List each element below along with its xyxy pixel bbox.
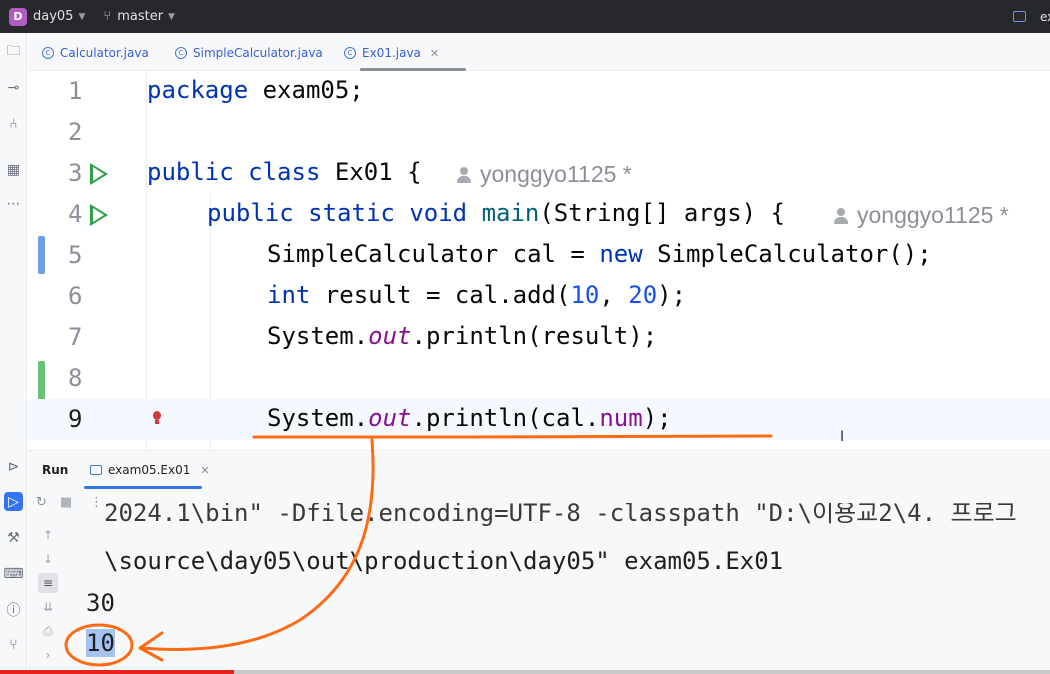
line-number: 6 xyxy=(68,282,83,310)
pull-request-icon[interactable]: ⑃ xyxy=(4,114,23,133)
run-gutter-icon[interactable] xyxy=(90,163,108,185)
terminal-icon[interactable]: ⌨ xyxy=(3,564,23,583)
console-output[interactable]: 2024.1\bin" -Dfile.encoding=UTF-8 -class… xyxy=(84,503,1050,674)
console-line: \source\day05\out\production\day05" exam… xyxy=(104,547,784,575)
close-icon[interactable]: ✕ xyxy=(430,47,439,60)
code-line: 8 xyxy=(28,358,1050,399)
video-progress-track xyxy=(234,670,1050,674)
git-icon[interactable]: ⑂ xyxy=(4,635,23,654)
code-text: SimpleCalculator cal = new SimpleCalcula… xyxy=(267,240,932,268)
soft-wrap-icon[interactable]: ≡ xyxy=(38,573,58,593)
author-hint[interactable]: yonggyo1125 * xyxy=(833,202,1009,229)
title-bar: D day05 ▼ ⑂ master ▼ ex xyxy=(0,0,1050,33)
text-cursor-icon: I xyxy=(840,429,845,445)
code-text: public class Ex01 { xyxy=(147,158,422,186)
code-line-current: 9 System.out.println(cal.num); xyxy=(28,399,1050,440)
class-icon: C xyxy=(175,47,187,59)
print-icon[interactable]: ⎙ xyxy=(38,621,58,641)
project-badge[interactable]: D xyxy=(9,7,27,26)
project-name[interactable]: day05 xyxy=(33,9,73,24)
chevron-right-icon[interactable]: › xyxy=(38,645,58,665)
editor-tabs: C Calculator.java C SimpleCalculator.jav… xyxy=(28,33,1050,71)
run-panel: Run exam05.Ex01 ✕ ↻ ■ ⋮ ↑ ↓ ≡ ⇊ ⎙ › 2024… xyxy=(28,450,1050,674)
line-number: 1 xyxy=(68,77,83,105)
terminal-icon xyxy=(90,465,102,475)
rerun-icon[interactable]: ↻ xyxy=(36,495,47,510)
tab-simple-calculator[interactable]: C SimpleCalculator.java xyxy=(175,43,323,63)
code-text: int result = cal.add(10, 20); xyxy=(267,281,687,309)
chevron-down-icon[interactable]: ▼ xyxy=(78,12,85,22)
chevron-down-icon[interactable]: ▼ xyxy=(168,12,175,22)
line-number: 5 xyxy=(68,241,83,269)
code-editor[interactable]: 1 package exam05; 2 3 public class Ex01 … xyxy=(28,71,1050,450)
user-icon xyxy=(456,166,472,183)
code-line: 7 System.out.println(result); xyxy=(28,317,1050,358)
tab-ex01[interactable]: C Ex01.java ✕ xyxy=(344,43,439,63)
stop-icon[interactable]: ■ xyxy=(60,495,72,510)
error-bulb-icon[interactable] xyxy=(152,411,162,425)
user-icon xyxy=(833,207,849,224)
run-config-label[interactable]: ex xyxy=(1040,10,1050,24)
author-hint[interactable]: yonggyo1125 * xyxy=(456,161,632,188)
problems-icon[interactable]: ⓘ xyxy=(4,600,23,619)
line-number: 9 xyxy=(68,405,83,433)
services-icon[interactable]: ⊳ xyxy=(4,457,23,476)
console-output-line: 30 xyxy=(86,589,115,617)
tab-calculator[interactable]: C Calculator.java xyxy=(42,43,149,63)
code-line: 6 int result = cal.add(10, 20); xyxy=(28,276,1050,317)
arrow-up-icon[interactable]: ↑ xyxy=(38,525,58,545)
title-right: ex xyxy=(1013,0,1050,33)
arrow-down-icon[interactable]: ↓ xyxy=(38,549,58,569)
run-gutter-icon[interactable] xyxy=(90,204,108,226)
run-title: Run xyxy=(42,463,69,477)
line-number: 2 xyxy=(68,118,83,146)
video-progress-bar xyxy=(0,670,234,674)
branch-name[interactable]: master xyxy=(117,9,163,24)
tab-run-config[interactable]: exam05.Ex01 ✕ xyxy=(90,463,210,477)
console-line: 2024.1\bin" -Dfile.encoding=UTF-8 -class… xyxy=(104,503,1017,527)
code-text: package exam05; xyxy=(147,76,364,104)
line-number: 8 xyxy=(68,364,83,392)
code-line: 5 SimpleCalculator cal = new SimpleCalcu… xyxy=(28,235,1050,276)
code-text: System.out.println(result); xyxy=(267,322,658,350)
code-line: 4 public static void main(String[] args)… xyxy=(28,194,1050,235)
more-icon[interactable]: ⋯ xyxy=(4,194,23,213)
class-icon: C xyxy=(344,47,356,59)
build-icon[interactable]: ⚒ xyxy=(4,528,23,547)
class-icon: C xyxy=(42,47,54,59)
line-number: 7 xyxy=(68,323,83,351)
code-line: 3 public class Ex01 { yonggyo1125 * xyxy=(28,153,1050,194)
structure-icon[interactable]: ▦ xyxy=(4,160,23,179)
code-text: System.out.println(cal.num); xyxy=(267,404,672,432)
code-line: 1 package exam05; xyxy=(28,71,1050,112)
tool-window-strip: 🗀 ⊸ ⑃ ▦ ⋯ ⊳ ▷ ⚒ ⌨ ⓘ ⑂ xyxy=(0,33,27,674)
scroll-to-end-icon[interactable]: ⇊ xyxy=(38,597,58,617)
run-header: Run exam05.Ex01 ✕ xyxy=(28,451,1050,489)
active-run-tab-indicator xyxy=(84,486,202,489)
code-text: public static void main(String[] args) { xyxy=(207,199,785,227)
folder-icon[interactable]: 🗀 xyxy=(4,42,23,61)
console-output-line-selected: 10 xyxy=(86,629,115,657)
run-tool-icon[interactable]: ▷ xyxy=(4,492,23,511)
commit-icon[interactable]: ⊸ xyxy=(4,78,23,97)
console-side-toolbar: ↑ ↓ ≡ ⇊ ⎙ › xyxy=(28,517,68,674)
branch-icon: ⑂ xyxy=(103,9,112,24)
run-config-icon[interactable] xyxy=(1013,11,1026,22)
code-line: 2 xyxy=(28,112,1050,153)
close-icon[interactable]: ✕ xyxy=(200,464,209,477)
